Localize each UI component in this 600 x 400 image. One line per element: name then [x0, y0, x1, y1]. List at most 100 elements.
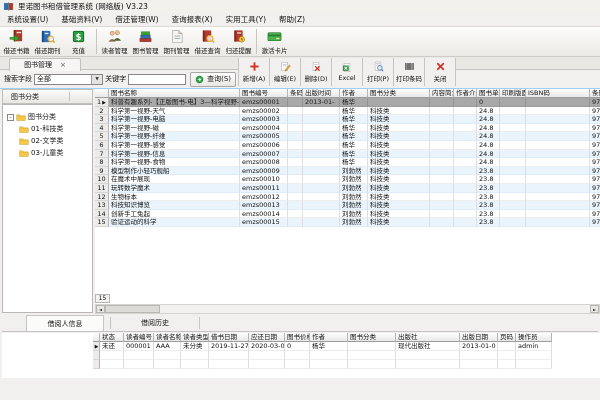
grid-cell: emzs00009	[240, 167, 288, 176]
borrower-grid-header-cell[interactable]: 出版日期	[460, 333, 498, 342]
tab-close-icon[interactable]: ×	[60, 61, 66, 69]
action-button[interactable]: 关闭	[425, 58, 456, 86]
borrower-grid-header-cell[interactable]: 操作员	[516, 333, 552, 342]
borrower-grid-header-cell[interactable]: 状态	[100, 333, 124, 342]
grid-cell	[288, 193, 303, 202]
menu-item[interactable]: 借还管理(W)	[115, 14, 158, 25]
borrower-grid-header-cell[interactable]: 出版社	[396, 333, 460, 342]
tab-label: 图书管理	[24, 60, 52, 70]
borrow-journal-icon	[40, 29, 55, 44]
borrower-grid-cell	[498, 351, 516, 360]
borrower-grid-header-cell[interactable]: 页码	[498, 333, 516, 342]
query-bar: 搜索字段 全部 ▼ 关键字 查询(S)	[0, 70, 236, 88]
grid-row[interactable]: 5科学第一视野-纤维emzs00005杨华科技类24.897	[95, 132, 600, 141]
grid-row[interactable]: 15验证运动的科学emzs00015刘勃然科技类23.897	[95, 218, 600, 227]
toolbar-button[interactable]: 借还书籍	[1, 27, 32, 56]
borrower-grid-row[interactable]: ▶未还000001AAA未分类2019-11-27 12020-03-050杨华…	[93, 342, 600, 351]
grid-header-cell[interactable]: 内容简介	[430, 89, 454, 98]
close-icon	[435, 61, 446, 72]
delete-icon	[311, 61, 322, 72]
action-button[interactable]: 新增(A)	[239, 58, 270, 86]
grid-row[interactable]: 7科学第一视野-信息emzs00007杨华科技类24.897	[95, 150, 600, 159]
grid-cell: emzs00001	[240, 98, 288, 107]
grid-row[interactable]: 12生物标本emzs00012刘勃然科技类23.897	[95, 193, 600, 202]
borrower-grid-header-cell[interactable]	[93, 333, 100, 342]
grid-header-cell[interactable]: ISBN码	[526, 89, 590, 98]
grid-header-cell[interactable]: 作者	[340, 89, 368, 98]
borrower-grid-cell: 0	[285, 342, 310, 351]
scroll-left-icon[interactable]: ◄	[96, 305, 105, 313]
grid-row[interactable]: 13科技知识博览emzs00013刘勃然科技类23.897	[95, 201, 600, 210]
borrower-grid-header-cell[interactable]: 应还日期	[249, 333, 285, 342]
borrower-grid-header-cell[interactable]: 借书日期	[209, 333, 249, 342]
grid-row[interactable]: 14创新手工兔起emzs00014刘勃然科技类23.897	[95, 210, 600, 219]
query-button[interactable]: 查询(S)	[190, 72, 236, 87]
action-button[interactable]: 删除(D)	[301, 58, 332, 86]
toolbar-button[interactable]: 激活卡片	[259, 27, 290, 56]
grid-header-cell[interactable]: 图书编号	[240, 89, 288, 98]
grid-row[interactable]: 2科学第一视野-天气emzs00002杨华科技类24.897	[95, 107, 600, 116]
grid-row[interactable]: 4科学第一视野-磁emzs00004杨华科技类24.897	[95, 124, 600, 133]
menu-item[interactable]: 帮助(Z)	[279, 14, 305, 25]
tree-root-item[interactable]: -图书分类	[3, 111, 92, 123]
toolbar-button[interactable]: 图书管理	[130, 27, 161, 56]
grid-row[interactable]: 3科学第一视野-电脑emzs00003杨华科技类24.897	[95, 115, 600, 124]
grid-header-cell[interactable]: 作者介绍	[454, 89, 477, 98]
menu-item[interactable]: 基础资料(V)	[61, 14, 102, 25]
borrower-grid-cell: admin	[516, 342, 552, 351]
action-button[interactable]: 打印(P)	[363, 58, 394, 86]
toolbar-button[interactable]: 充值	[63, 27, 94, 56]
grid-header-cell[interactable]: 条码	[288, 89, 303, 98]
toolbar-button[interactable]: 期刊管理	[161, 27, 192, 56]
tree-item[interactable]: 01-科技类	[3, 123, 92, 135]
borrower-grid-cell: 2013-01-0	[460, 342, 498, 351]
borrower-grid-header-cell[interactable]: 作者	[310, 333, 348, 342]
tree-item[interactable]: 03-儿童类	[3, 147, 92, 159]
keyword-input[interactable]	[128, 74, 186, 85]
action-button-label: 删除(D)	[304, 73, 327, 83]
borrower-grid-header-cell[interactable]: 图书价格	[285, 333, 310, 342]
grid-row[interactable]: 11玩转数学魔术emzs00011刘勃然科技类23.897	[95, 184, 600, 193]
action-button[interactable]: 打印条码	[394, 58, 425, 86]
borrower-grid-row[interactable]	[93, 360, 600, 369]
toolbar-button[interactable]: 归还提醒	[223, 27, 254, 56]
borrower-grid-row[interactable]	[93, 351, 600, 360]
menu-item[interactable]: 查询报表(X)	[172, 14, 213, 25]
bottom-tab[interactable]: 借阅人信息	[26, 315, 104, 331]
borrower-grid-header-cell[interactable]: 图书分类	[348, 333, 396, 342]
grid-cell	[454, 167, 477, 176]
chevron-down-icon[interactable]: ▼	[91, 75, 102, 84]
tree-item[interactable]: 02-文学类	[3, 135, 92, 147]
toolbar-button[interactable]: 借还期刊	[32, 27, 63, 56]
borrower-grid-header-cell[interactable]: 读者编号	[124, 333, 154, 342]
scrollbar-thumb[interactable]	[105, 305, 160, 313]
horizontal-scrollbar[interactable]: ◄ ►	[95, 304, 600, 314]
borrower-grid-header-cell[interactable]: 读者类型	[181, 333, 209, 342]
menu-item[interactable]: 系统设置(U)	[7, 14, 48, 25]
grid-cell: 玩转数学魔术	[109, 184, 240, 193]
grid-cell	[303, 184, 340, 193]
menu-item[interactable]: 实用工具(Y)	[226, 14, 266, 25]
grid-header-cell[interactable]: 图书名称	[109, 89, 240, 98]
toolbar-button[interactable]: 读者管理	[99, 27, 130, 56]
search-field-select[interactable]: 全部 ▼	[34, 74, 103, 85]
grid-header-cell[interactable]: 出版时间	[303, 89, 340, 98]
grid-header-cell[interactable]: 印刷版面	[500, 89, 526, 98]
tree-expand-icon[interactable]: -	[7, 114, 14, 121]
grid-header-cell[interactable]: 条形码	[590, 89, 600, 98]
grid-row[interactable]: 6科学第一视野-感觉emzs00006杨华科技类24.897	[95, 141, 600, 150]
grid-row[interactable]: 1▶科普有趣系列-【正版图书-电】3—科学视野——电, 97876emzs000…	[95, 98, 600, 107]
scroll-right-icon[interactable]: ►	[590, 305, 599, 313]
grid-header-cell[interactable]: 图书分类	[368, 89, 430, 98]
bottom-tab[interactable]: 借阅历史	[117, 315, 193, 331]
grid-row[interactable]: 8科学第一视野-食物emzs00008杨华科技类24.897	[95, 158, 600, 167]
action-button[interactable]: 编辑(E)	[270, 58, 301, 86]
action-button-label: 编辑(E)	[274, 73, 296, 83]
grid-row[interactable]: 10在魔术中展现emzs00010刘勃然科技类23.897	[95, 175, 600, 184]
grid-header-cell[interactable]: 图书单价	[477, 89, 500, 98]
grid-row[interactable]: 9模型制作小轻巧舰船emzs00009刘勃然科技类23.897	[95, 167, 600, 176]
toolbar-button[interactable]: 借还查询	[192, 27, 223, 56]
grid-header-cell[interactable]	[95, 89, 109, 98]
action-button[interactable]: Excel	[332, 58, 363, 86]
borrower-grid-header-cell[interactable]: 读者名称	[154, 333, 181, 342]
